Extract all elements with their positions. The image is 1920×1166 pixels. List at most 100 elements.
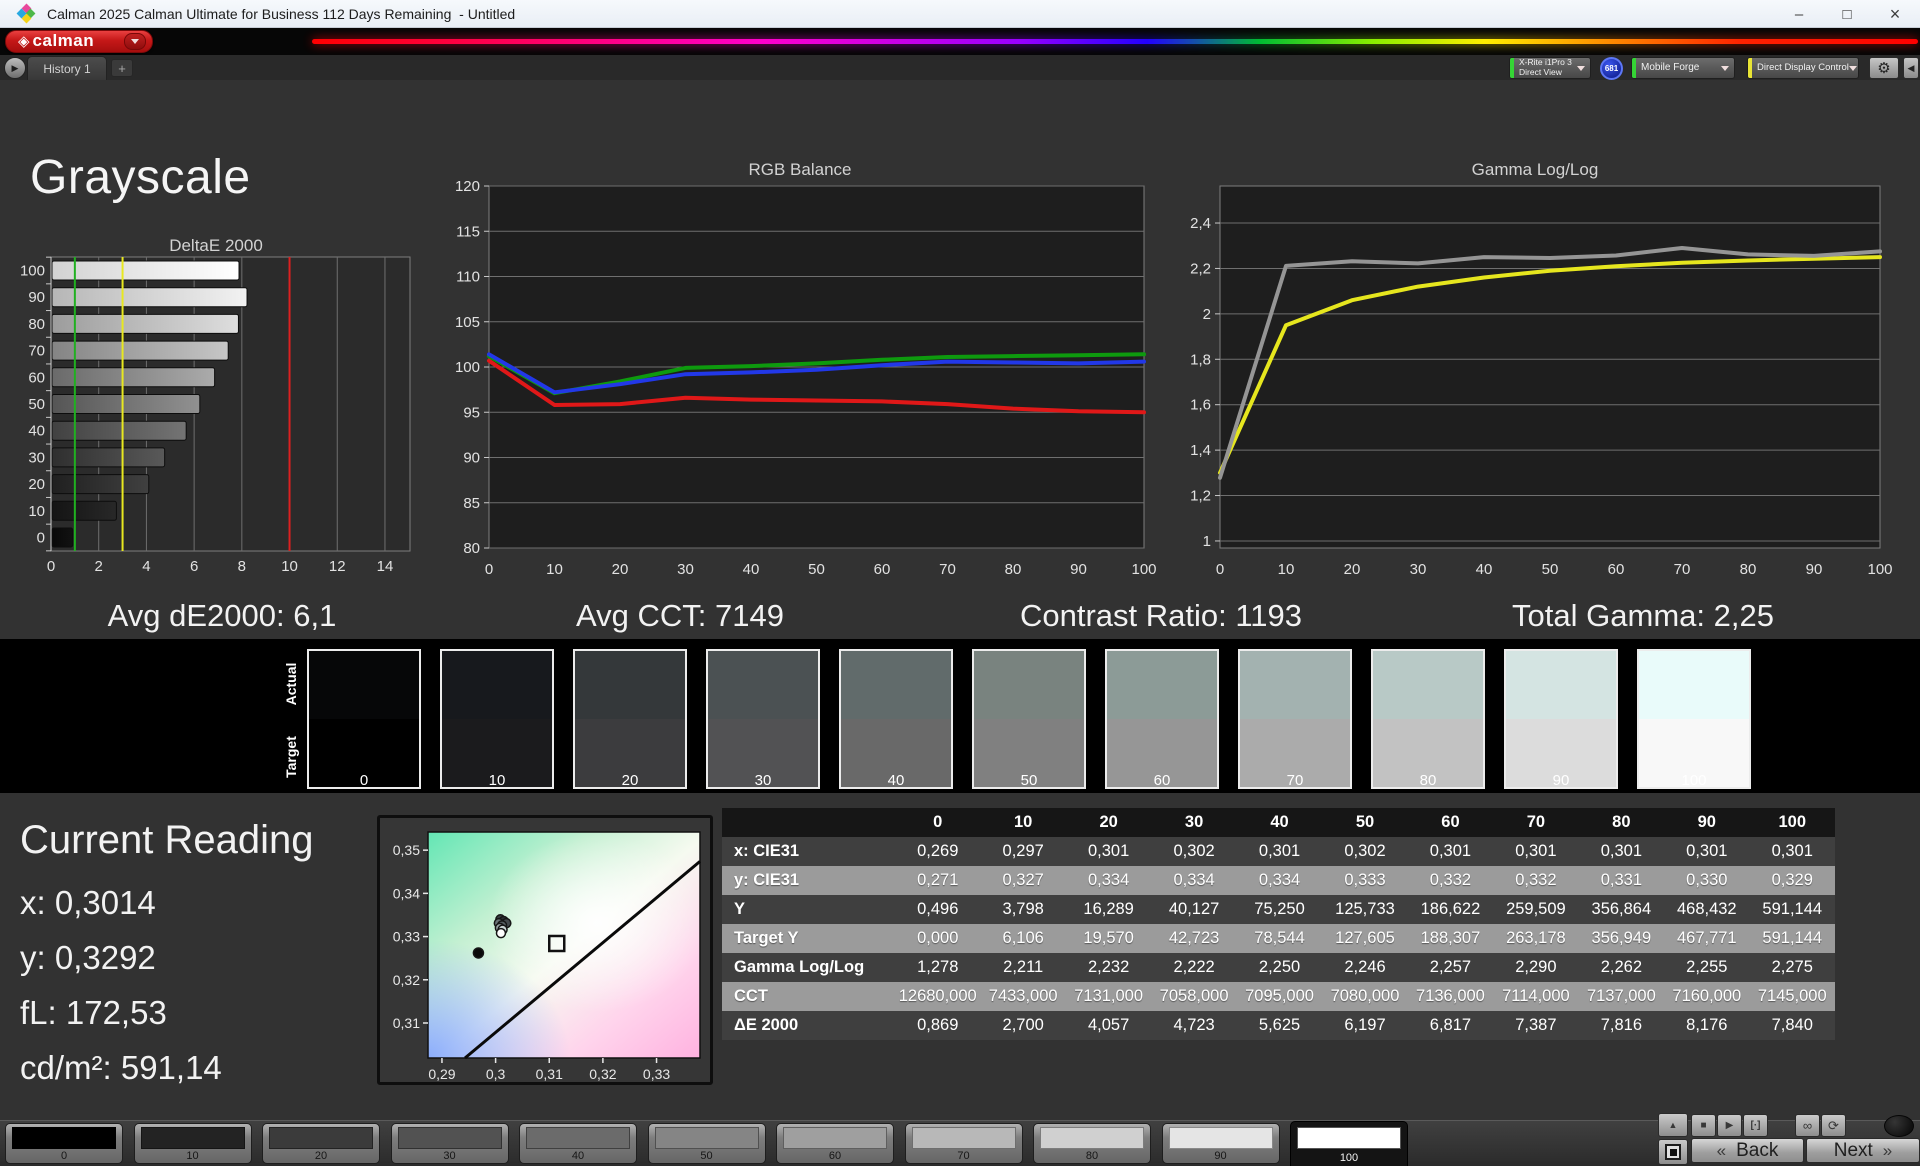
table-value-cell: 0,334 (1258, 871, 1301, 889)
table-value-cell: 0,301 (1258, 842, 1301, 860)
table-value-cell: 0,869 (917, 1016, 959, 1034)
tab-history-1[interactable]: History 1 (27, 56, 107, 80)
pattern-patch-20[interactable]: 20 (262, 1123, 380, 1164)
play-icon[interactable]: ▶ (1717, 1114, 1742, 1137)
table-value-cell: 125,733 (1335, 900, 1395, 918)
table-value-cell: 7114,000 (1502, 987, 1570, 1005)
deltae-2000-bar-chart: DeltaE 200010090807060504030201000 2 4 6 8 10… (20, 236, 411, 575)
close-icon[interactable]: × (1882, 4, 1908, 25)
spectrum-gradient-bar (312, 39, 1918, 44)
gamma-chart-title: Gamma Log/Log (1472, 160, 1599, 179)
svg-text:110: 110 (456, 269, 480, 286)
calman-app-window: Calman 2025 Calman Ultimate for Business… (0, 0, 1920, 1166)
svg-text:0,31: 0,31 (393, 1015, 420, 1031)
cie-measurement-point (472, 947, 485, 959)
pattern-patch-40[interactable]: 40 (519, 1123, 637, 1164)
continuous-icon[interactable]: ∞ (1795, 1114, 1820, 1137)
maximize-icon[interactable]: □ (1834, 6, 1860, 23)
swatch-actual-40 (841, 651, 951, 719)
table-row-target-y: Target Y 0,000 6,106 19,570 42,723 78,544 127,… (722, 924, 1835, 953)
table-value-cell: 7,840 (1771, 1016, 1813, 1034)
window-title: Calman 2025 Calman Ultimate for Business… (47, 6, 516, 22)
status-led (1884, 1115, 1914, 1137)
table-value-cell: 40,127 (1168, 900, 1220, 918)
stop-icon[interactable]: ■ (1691, 1114, 1716, 1137)
pattern-patch-90[interactable]: 90 (1161, 1123, 1280, 1164)
swatch-actual-80 (1373, 651, 1483, 719)
svg-text:1,6: 1,6 (1190, 397, 1211, 414)
next-button[interactable]: Next » (1806, 1138, 1920, 1163)
pattern-patch-50[interactable]: 50 (647, 1123, 766, 1164)
svg-text:0,33: 0,33 (643, 1066, 670, 1082)
table-value-cell: 4,723 (1173, 1016, 1215, 1034)
table-value-cell: 1,278 (917, 958, 959, 976)
tab-scroll-button[interactable]: ▶ (4, 57, 26, 79)
table-value-cell: 12680,000 (898, 987, 977, 1005)
pattern-patch-30[interactable]: 30 (390, 1123, 509, 1164)
svg-text:90: 90 (463, 450, 480, 467)
pattern-patch-60[interactable]: 60 (776, 1123, 894, 1164)
svg-text:70: 70 (1674, 561, 1691, 578)
stat-avg-de2000: Avg dE2000: 6,1 (107, 598, 337, 633)
loop-icon[interactable]: ⟳ (1821, 1114, 1846, 1137)
table-value-cell: 7136,000 (1416, 987, 1485, 1005)
table-value-cell: 0,301 (1087, 842, 1130, 860)
pattern-patch-10[interactable]: 10 (133, 1123, 252, 1164)
meter-line1: X-Rite i1Pro 3 (1519, 57, 1572, 68)
table-row-label: Gamma Log/Log (734, 958, 865, 976)
svg-text:30: 30 (677, 561, 694, 578)
cie-chromaticity-panel: 0,31 0,32 0,33 0,34 0,35 0,29 0,3 0,31 0,32 0,33 (377, 815, 713, 1085)
stat-contrast-ratio: Contrast Ratio: 1193 (1019, 598, 1303, 633)
display-control-dropdown[interactable]: Direct Display Control (1747, 57, 1859, 79)
svg-text:90: 90 (1806, 561, 1823, 578)
meter-device-dropdown[interactable]: X-Rite i1Pro 3 Direct View (1509, 57, 1591, 79)
target-row-label: Target (283, 736, 299, 778)
swatch-level-label: 100 (1681, 772, 1707, 789)
svg-text:0,31: 0,31 (536, 1066, 563, 1082)
table-value-cell: 7433,000 (988, 987, 1058, 1005)
svg-text:1: 1 (1203, 533, 1211, 550)
svg-text:20: 20 (1344, 561, 1361, 578)
current-reading-y: y: 0,3292 (20, 939, 156, 976)
back-button[interactable]: « Back (1691, 1138, 1804, 1163)
swatch-level-label: 30 (754, 772, 772, 789)
svg-text:85: 85 (463, 495, 480, 512)
svg-text:0,3: 0,3 (486, 1066, 506, 1082)
svg-text:2,4: 2,4 (1190, 215, 1211, 232)
pattern-patch-70[interactable]: 70 (904, 1123, 1023, 1164)
swatch-level-label: 50 (1020, 772, 1038, 789)
pattern-patch-100[interactable]: 100 (1290, 1121, 1408, 1166)
table-value-cell: 0,334 (1087, 871, 1130, 889)
table-value-cell: 6,197 (1344, 1016, 1386, 1034)
svg-text:8: 8 (238, 558, 246, 575)
patch-level-label: 30 (443, 1150, 456, 1162)
table-row-y-cie31: y: CIE31 0,271 0,327 0,334 0,334 0,334 0,333 0,… (722, 866, 1835, 895)
grayscale-swatch-60 (1105, 649, 1219, 789)
table-header-cell: 10 (1014, 813, 1033, 831)
deltae-bar-40 (51, 420, 187, 441)
pattern-patch-0[interactable]: 0 (5, 1123, 123, 1164)
svg-text:1,4: 1,4 (1190, 442, 1211, 459)
table-value-cell: 7160,000 (1672, 987, 1742, 1005)
table-header-cell: 20 (1099, 813, 1118, 831)
rgb-balance-line-chart: RGB Balance 80 85 90 95 100 105 110 115 120 0 10 20 3… (455, 160, 1157, 578)
collapse-toolbar-icon[interactable]: ◀ (1903, 57, 1919, 79)
frame-icon[interactable]: [·] (1743, 1114, 1768, 1137)
meter-count-badge[interactable]: 681 (1600, 57, 1623, 80)
add-tab-button[interactable]: + (111, 59, 133, 77)
table-row-label: ΔE 2000 (734, 1016, 799, 1034)
svg-text:70: 70 (939, 561, 956, 578)
expand-up-icon[interactable]: ▲ (1658, 1113, 1688, 1137)
gear-icon[interactable]: ⚙ (1869, 57, 1899, 79)
svg-text:0: 0 (47, 558, 55, 575)
table-value-cell: 0,301 (1600, 842, 1642, 860)
table-value-cell: 0,327 (1002, 871, 1044, 889)
patch-level-label: 0 (60, 1150, 68, 1162)
svg-text:0,32: 0,32 (589, 1066, 616, 1082)
pattern-window-button[interactable] (1658, 1139, 1688, 1165)
minimize-icon[interactable]: – (1786, 6, 1812, 23)
chevron-down-icon[interactable] (124, 33, 146, 50)
calman-menu-button[interactable]: ◈ calman (5, 30, 153, 53)
pattern-patch-80[interactable]: 80 (1033, 1123, 1151, 1164)
source-device-dropdown[interactable]: Mobile Forge (1631, 57, 1735, 79)
